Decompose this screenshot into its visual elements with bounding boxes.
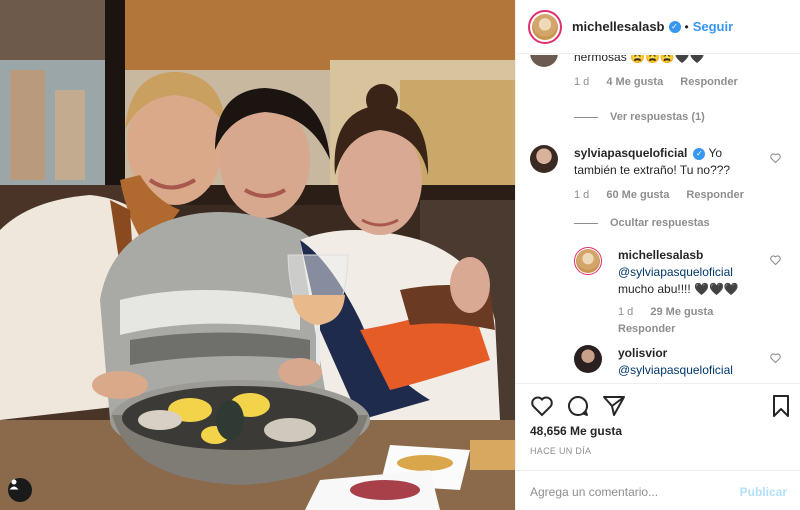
author-avatar[interactable] <box>528 9 562 44</box>
reply-item: michellesalasb @sylviapasqueloficial muc… <box>574 247 800 338</box>
tagged-users-button[interactable] <box>8 478 32 502</box>
comment-mention[interactable]: @sylviapasqueloficial <box>618 265 733 279</box>
photo-illustration <box>0 0 515 510</box>
instagram-post-view: michellesalasb ✓ • Seguir hermosas 😩😩😩🖤🖤… <box>0 0 800 510</box>
action-icons <box>530 394 626 418</box>
like-comment-heart-icon[interactable] <box>770 353 781 363</box>
commenter-avatar[interactable] <box>574 345 602 373</box>
author-username[interactable]: michellesalasb <box>572 19 665 34</box>
commenter-username[interactable]: sylviapasqueloficial <box>574 146 687 160</box>
comment-meta: 1 d 29 Me gusta Responder <box>618 304 761 338</box>
reply-button[interactable]: Responder <box>686 189 743 201</box>
verified-badge-icon: ✓ <box>668 20 681 33</box>
comment-age: 1 d <box>618 306 634 318</box>
comment-likes[interactable]: 29 Me gusta <box>650 306 713 318</box>
view-replies-button[interactable]: Ver respuestas (1) <box>574 111 705 123</box>
commenter-avatar[interactable] <box>574 247 602 275</box>
commenter-username[interactable]: michellesalasb <box>618 248 703 262</box>
post-photo[interactable] <box>0 0 515 510</box>
comment-text: hermosas 😩😩😩🖤🖤 <box>574 55 705 64</box>
reply-item: yolisvior @sylviapasqueloficial <box>574 345 800 379</box>
comment-text: mucho abu!!!! 🖤🖤🖤 <box>618 282 739 296</box>
follow-button[interactable]: Seguir <box>693 19 733 34</box>
likes-count[interactable]: 48,656 Me gusta <box>530 424 622 438</box>
comment-item: sylviapasqueloficial ✓ Yo también te extr… <box>530 145 800 204</box>
post-actions: 48,656 Me gusta HACE UN DÍA Publicar <box>516 383 800 510</box>
add-comment-bar: Publicar <box>516 470 800 510</box>
like-comment-heart-icon[interactable] <box>770 255 781 265</box>
user-icon <box>9 479 19 490</box>
comment-likes[interactable]: 4 Me gusta <box>606 76 663 88</box>
comment-meta: 1 d 60 Me gusta Responder <box>574 187 761 204</box>
verified-badge-icon: ✓ <box>693 147 706 160</box>
separator-dot: • <box>684 19 689 34</box>
commenter-username[interactable]: yolisvior <box>618 346 667 360</box>
comment-mention[interactable]: @sylviapasqueloficial <box>618 363 733 377</box>
post-side-panel: michellesalasb ✓ • Seguir hermosas 😩😩😩🖤🖤… <box>515 0 800 510</box>
hide-replies-button[interactable]: Ocultar respuestas <box>574 217 710 229</box>
comment-age: 1 d <box>574 76 590 88</box>
post-timestamp[interactable]: HACE UN DÍA <box>530 446 591 456</box>
reply-button[interactable]: Responder <box>680 76 737 88</box>
comment-input[interactable] <box>530 484 740 499</box>
reply-button[interactable]: Responder <box>618 323 675 335</box>
comments-list[interactable]: hermosas 😩😩😩🖤🖤 1 d 4 Me gusta Responder … <box>516 55 800 383</box>
commenter-avatar[interactable] <box>530 55 558 67</box>
commenter-avatar[interactable] <box>530 145 558 173</box>
comment-age: 1 d <box>574 189 590 201</box>
like-heart-icon[interactable] <box>530 394 554 418</box>
post-header: michellesalasb ✓ • Seguir <box>516 0 800 54</box>
like-comment-heart-icon[interactable] <box>770 153 781 163</box>
comment-likes[interactable]: 60 Me gusta <box>606 189 669 201</box>
save-bookmark-icon[interactable] <box>769 394 793 418</box>
share-paper-plane-icon[interactable] <box>602 394 626 418</box>
comment-bubble-icon[interactable] <box>566 394 590 418</box>
comment-item: hermosas 😩😩😩🖤🖤 1 d 4 Me gusta Responder <box>530 55 800 91</box>
publish-button[interactable]: Publicar <box>740 485 787 499</box>
comment-meta: 1 d 4 Me gusta Responder <box>574 74 800 91</box>
